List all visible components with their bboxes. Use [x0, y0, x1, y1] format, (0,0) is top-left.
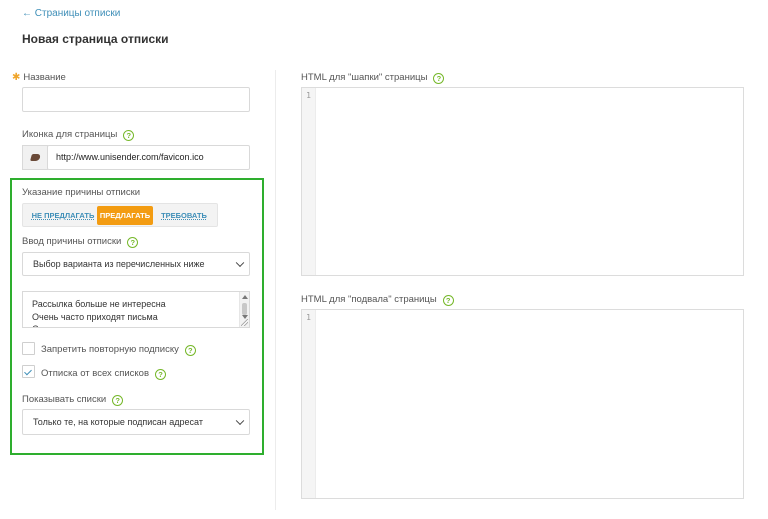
forbid-resubscribe-label-row: Запретить повторную подписку?	[41, 344, 196, 356]
reason-input-label: Ввод причины отписки	[22, 236, 122, 247]
chevron-down-icon	[235, 258, 245, 268]
help-icon[interactable]: ?	[433, 73, 445, 84]
header-html-label-row: HTML для "шапки" страницы?	[301, 72, 445, 84]
favicon-icon	[30, 154, 41, 161]
help-icon[interactable]: ?	[112, 395, 124, 406]
forbid-resubscribe-checkbox[interactable]	[22, 342, 35, 355]
header-html-editor[interactable]: 1	[301, 87, 744, 276]
option-offer[interactable]: ПРЕДЛАГАТЬ	[97, 206, 153, 225]
show-lists-label-row: Показывать списки?	[22, 394, 124, 406]
favicon-url-input[interactable]: http://www.unisender.com/favicon.ico	[47, 145, 250, 170]
header-html-label: HTML для "шапки" страницы	[301, 72, 428, 83]
scroll-up-icon[interactable]	[242, 295, 248, 299]
reasons-textarea[interactable]: Рассылка больше не интересна Очень часто…	[22, 291, 250, 328]
reason-line: Рассылка больше не интересна	[32, 299, 166, 309]
option-require[interactable]: ТРЕБОВАТЬ	[157, 206, 211, 225]
help-icon[interactable]: ?	[127, 237, 139, 248]
reason-section-label: Указание причины отписки	[22, 187, 141, 198]
help-icon[interactable]: ?	[155, 369, 166, 380]
scroll-thumb[interactable]	[242, 303, 247, 315]
resize-grip-icon[interactable]	[241, 319, 248, 326]
unsubscribe-all-label-row: Отписка от всех списков?	[41, 368, 166, 380]
name-label-row: ✱ Название	[12, 72, 66, 83]
option-do-not-offer[interactable]: НЕ ПРЕДЛАГАТЬ	[29, 206, 97, 225]
show-lists-label: Показывать списки	[22, 394, 107, 405]
checkmark-icon	[24, 367, 32, 375]
show-lists-select-value: Только те, на которые подписан адресат	[33, 417, 203, 427]
required-star-icon: ✱	[12, 72, 21, 83]
column-divider	[275, 70, 276, 510]
line-number-gutter: 1	[302, 88, 316, 275]
favicon-preview	[22, 145, 48, 170]
icon-label-row: Иконка для страницы?	[22, 129, 135, 141]
line-number-gutter: 1	[302, 310, 316, 498]
name-input[interactable]	[22, 87, 250, 112]
icon-label: Иконка для страницы	[22, 129, 118, 140]
show-lists-select[interactable]: Только те, на которые подписан адресат	[22, 409, 250, 435]
name-label: Название	[23, 72, 66, 83]
reason-input-select[interactable]: Выбор варианта из перечисленных ниже	[22, 252, 250, 276]
page-title: Новая страница отписки	[22, 32, 169, 46]
reason-line: С	[32, 323, 166, 327]
footer-html-label-row: HTML для "подвала" страницы?	[301, 294, 454, 306]
footer-html-editor[interactable]: 1	[301, 309, 744, 499]
help-icon[interactable]: ?	[442, 295, 454, 306]
footer-html-label: HTML для "подвала" страницы	[301, 294, 437, 305]
help-icon[interactable]: ?	[184, 345, 196, 356]
unsubscribe-all-checkbox[interactable]	[22, 365, 35, 378]
line-number: 1	[306, 91, 311, 100]
forbid-resubscribe-label: Запретить повторную подписку	[41, 344, 179, 355]
back-link[interactable]: ← Страницы отписки	[22, 8, 120, 19]
reason-input-label-row: Ввод причины отписки?	[22, 236, 139, 248]
help-icon[interactable]: ?	[123, 130, 135, 141]
chevron-down-icon	[235, 416, 245, 426]
unsubscribe-all-label: Отписка от всех списков	[41, 368, 149, 379]
reason-mode-switch: НЕ ПРЕДЛАГАТЬ ПРЕДЛАГАТЬ ТРЕБОВАТЬ	[22, 203, 218, 227]
line-number: 1	[306, 313, 311, 322]
reason-line: Очень часто приходят письма	[32, 311, 158, 322]
reason-input-select-value: Выбор варианта из перечисленных ниже	[33, 259, 205, 269]
